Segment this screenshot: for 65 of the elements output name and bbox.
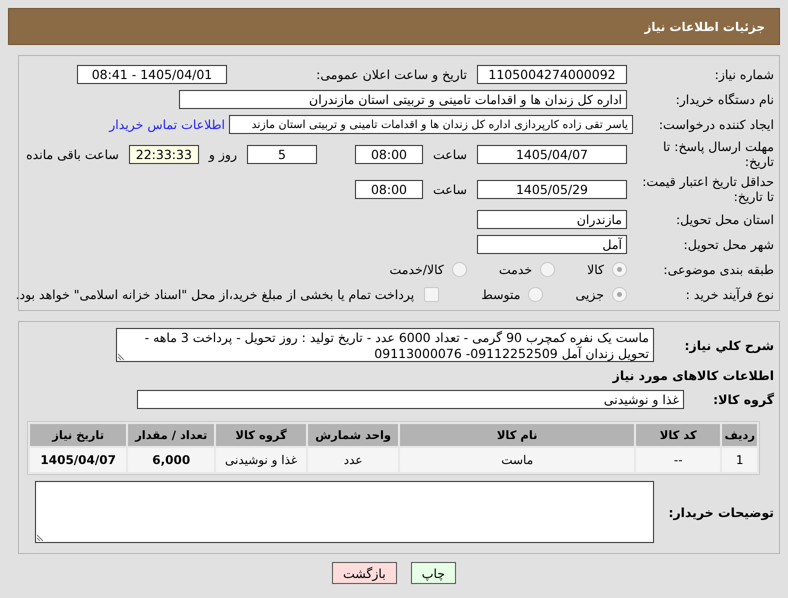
field-label: شرح كلي نياز: xyxy=(684,338,774,352)
time-label: ساعت xyxy=(432,146,467,162)
back-button[interactable]: بازگشت xyxy=(332,562,397,584)
field-label: شهر محل تحویل: xyxy=(682,236,774,252)
description-field: ماست یک نفره کمچرب 90 گرمی - تعداد 6000 عدد - تاریخ تولید : روز تحویل - پرداخت 3 ماهه - تحویل زندان آمل 09112252509- 09113000076 xyxy=(116,328,654,362)
need-number-field: 1105004274000092 xyxy=(477,64,627,84)
section-heading: اطلاعات کالاهای مورد نیاز xyxy=(611,368,774,383)
province-field: مازندران xyxy=(477,210,627,228)
radio-button[interactable] xyxy=(452,262,467,276)
radio-button[interactable] xyxy=(540,262,556,276)
field-label: شماره نیاز: xyxy=(714,66,774,82)
column-header: گروه کالا xyxy=(216,424,306,446)
print-button[interactable]: چاپ xyxy=(410,562,456,584)
column-header: تعداد / مقدار xyxy=(128,424,214,446)
table-cell: عدد xyxy=(308,448,398,472)
field-label: طبقه بندی موضوعی: xyxy=(662,262,774,276)
radio-button[interactable] xyxy=(612,286,627,302)
radio-label: کالا/خدمت xyxy=(389,262,444,276)
city-field: آمل xyxy=(477,234,627,254)
time-field: 08:00 xyxy=(354,180,423,198)
table-cell: 6,000 xyxy=(128,448,214,472)
remaining-label: ساعت باقی مانده xyxy=(26,146,119,162)
field-label: تاریخ و ساعت اعلان عمومی: xyxy=(315,66,467,82)
table-cell: 1 xyxy=(722,448,757,472)
field-label: نام دستگاه خریدار: xyxy=(674,92,774,106)
field-label: نوع فرآیند خرید : xyxy=(684,286,774,302)
table-cell: 1405/04/07 xyxy=(30,448,126,472)
date-field: 1405/04/07 xyxy=(477,144,627,164)
date-field: 1405/05/29 xyxy=(477,180,627,198)
field-label: حداقل تاریخ اعتبار قیمت: تا تاریخ: xyxy=(641,174,774,204)
radio-label: متوسط xyxy=(481,286,520,302)
days-label: روز و xyxy=(208,146,237,162)
days-field: 5 xyxy=(246,144,317,164)
field-label: استان محل تحویل: xyxy=(674,212,774,226)
field-label: گروه کالا: xyxy=(712,392,774,406)
radio-label: خدمت xyxy=(498,262,532,276)
buyer-org-field: اداره کل زندان ها و اقدامات تامینی و تربیتی استان مازندران xyxy=(179,90,627,108)
radio-label: کالا xyxy=(587,262,604,276)
column-header: نام کالا xyxy=(400,424,634,446)
resize-icon xyxy=(37,534,44,541)
resize-icon xyxy=(118,353,125,360)
column-header: واحد شمارش xyxy=(308,424,398,446)
field-label: ایجاد کننده درخواست: xyxy=(658,116,774,132)
contact-link[interactable]: اطلاعات تماس خریدار xyxy=(109,116,225,132)
column-header: کد کالا xyxy=(636,424,720,446)
time-label: ساعت xyxy=(432,182,467,196)
payment-note: پرداخت تمام یا بخشی از مبلغ خرید،از محل "اسناد خزانه اسلامی" خواهد بود. xyxy=(16,286,414,302)
remaining-time-field: 22:33:33 xyxy=(128,144,199,164)
column-header: ردیف xyxy=(722,424,757,446)
table-cell: -- xyxy=(636,448,720,472)
column-header: تاریخ نیاز xyxy=(30,424,126,446)
time-field: 08:00 xyxy=(354,144,423,164)
buyer-notes-field[interactable] xyxy=(35,481,654,543)
field-label: توضیحات خریدار: xyxy=(667,504,774,520)
radio-button[interactable] xyxy=(528,286,544,302)
radio-label: جزیی xyxy=(575,286,604,302)
field-label: مهلت ارسال پاسخ: تا تاریخ: xyxy=(662,139,774,169)
announce-date-field: 1405/04/01 - 08:41 xyxy=(77,64,227,84)
requester-field: یاسر تقی زاده کارپردازی اداره کل زندان ها و اقدامات تامینی و تربیتی استان مازند xyxy=(229,114,633,134)
table-cell: ماست xyxy=(400,448,634,472)
goods-group-field: غذا و نوشیدنی xyxy=(137,390,684,408)
checkbox[interactable] xyxy=(424,286,440,302)
page-title: جزئیات اطلاعات نیاز xyxy=(644,20,765,34)
radio-button[interactable] xyxy=(612,262,627,276)
table-cell: غذا و نوشیدنی xyxy=(216,448,306,472)
